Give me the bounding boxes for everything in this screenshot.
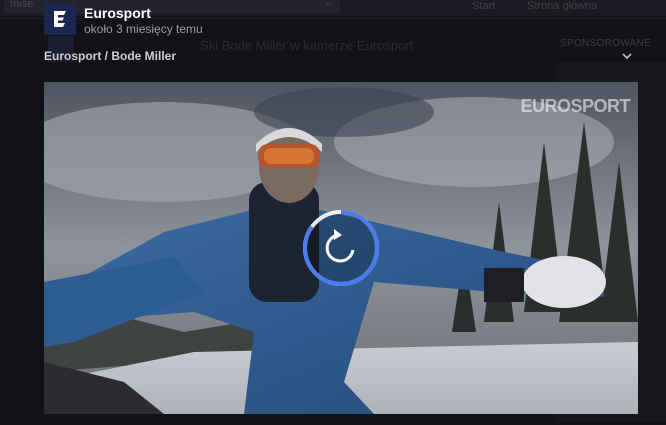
chevron-down-icon[interactable]: [621, 50, 633, 62]
background-post-text: Ski Bode Miller w kamerze Eurosport: [200, 38, 414, 53]
post-timestamp[interactable]: około 3 miesięcy temu: [84, 22, 203, 36]
breadcrumb[interactable]: Eurosport / Bode Miller: [44, 49, 176, 63]
background-home-button: Strona główna: [527, 0, 598, 12]
search-icon: ⌕: [325, 0, 332, 10]
background-sidebar-title: SPONSOROWANE: [560, 38, 652, 49]
background-start-button: Start: [472, 0, 496, 12]
video-player[interactable]: EUROSPORT: [44, 82, 638, 414]
post-author[interactable]: Eurosport: [84, 5, 151, 21]
replay-icon[interactable]: [301, 208, 381, 288]
eurosport-e-icon[interactable]: [44, 3, 76, 35]
watermark-logo: EUROSPORT: [520, 96, 630, 116]
background-search-text: mise: [10, 0, 34, 10]
